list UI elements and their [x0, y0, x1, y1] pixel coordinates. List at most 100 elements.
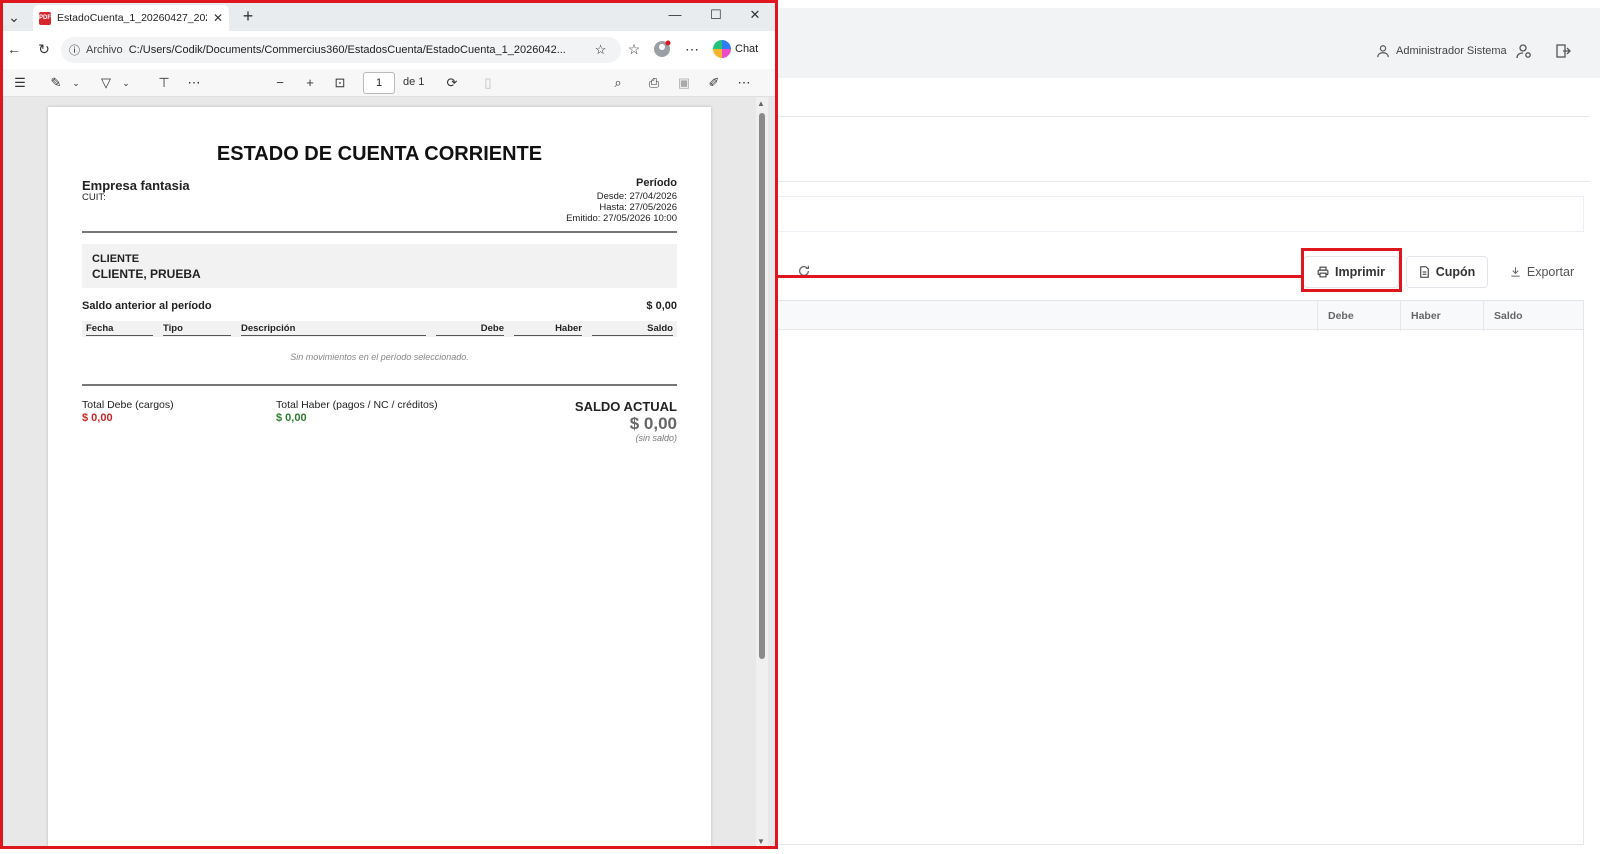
total-debe-value: $ 0,00	[82, 412, 113, 424]
user-menu[interactable]: Administrador Sistema	[1376, 44, 1507, 58]
printer-icon	[1317, 266, 1329, 278]
column-header-debe: Debe	[1317, 301, 1400, 331]
annotation-connector	[778, 275, 1301, 278]
previous-balance-value: $ 0,00	[646, 300, 677, 312]
reload-icon[interactable]: ↻	[35, 40, 53, 58]
user-icon	[1377, 45, 1389, 58]
pdf-canvas[interactable]: ESTADO DE CUENTA CORRIENTE Empresa fanta…	[3, 97, 775, 846]
fit-page-icon[interactable]: ⊡	[331, 74, 349, 92]
rotate-icon[interactable]: ⟳	[443, 74, 461, 92]
company-name: Empresa fantasia	[82, 178, 190, 193]
more-options-icon[interactable]: ⋯	[735, 74, 753, 92]
browser-tab[interactable]: PDF EstadoCuenta_1_20260427_20260 ✕	[33, 5, 229, 31]
export-button-label: Exportar	[1526, 265, 1575, 279]
contents-list-icon[interactable]: ☰	[11, 74, 29, 92]
total-haber-value: $ 0,00	[276, 412, 307, 424]
tab-list-chevron-icon[interactable]: ⌄	[5, 8, 23, 26]
tab-title: EstadoCuenta_1_20260427_20260	[57, 12, 207, 24]
save-as-icon[interactable]: ✐	[705, 74, 723, 92]
scroll-thumb[interactable]	[759, 113, 765, 659]
text-box-icon[interactable]: ⊤	[155, 74, 173, 92]
info-icon: ⓘ	[69, 45, 80, 57]
pdf-page: ESTADO DE CUENTA CORRIENTE Empresa fanta…	[48, 107, 711, 846]
balance-note: (sin saldo)	[635, 433, 677, 443]
current-balance-label: SALDO ACTUAL	[574, 399, 677, 414]
column-debe: Debe	[436, 323, 504, 336]
divider	[760, 116, 1590, 117]
user-settings-icon[interactable]	[1516, 43, 1532, 59]
user-name: Administrador Sistema	[1396, 45, 1507, 57]
chevron-down-icon[interactable]: ⌄	[117, 74, 135, 92]
scrollbar[interactable]: ▲ ▼	[756, 97, 768, 846]
column-haber: Haber	[514, 323, 582, 336]
url-scheme-label: Archivo	[86, 44, 123, 56]
print-button[interactable]: Imprimir	[1303, 256, 1399, 288]
print-button-label: Imprimir	[1334, 265, 1385, 279]
maximize-icon[interactable]: ☐	[706, 7, 726, 23]
column-header-haber: Haber	[1400, 301, 1483, 331]
cuit-label: CUIT:	[82, 192, 106, 203]
favorites-icon[interactable]: ☆	[625, 40, 643, 58]
close-window-icon[interactable]: ✕	[745, 7, 765, 23]
column-saldo: Saldo	[592, 323, 673, 336]
search-icon[interactable]: ⌕	[609, 74, 627, 92]
issued-date: Emitido: 27/05/2026 10:00	[566, 213, 677, 224]
coupon-button[interactable]: Cupón	[1406, 256, 1488, 288]
movements-header: Fecha Tipo Descripción Debe Haber Saldo	[82, 321, 677, 337]
chat-label: Chat	[735, 43, 759, 55]
total-debe-label: Total Debe (cargos)	[82, 399, 174, 411]
browser-tab-bar: ⌄ PDF EstadoCuenta_1_20260427_20260 ✕ + …	[3, 3, 775, 31]
minimize-icon[interactable]: —	[665, 7, 685, 22]
zoom-out-icon[interactable]: −	[271, 74, 289, 92]
divider	[82, 384, 677, 386]
zoom-in-icon[interactable]: +	[301, 74, 319, 92]
column-fecha: Fecha	[86, 323, 153, 336]
period-from: Desde: 27/04/2026	[596, 191, 677, 202]
scroll-up-icon[interactable]: ▲	[757, 99, 765, 108]
address-bar-row: ← ↻ ⓘ Archivo C:/Users/Codik/Documents/C…	[3, 31, 775, 69]
empty-movements-message: Sin movimientos en el período selecciona…	[290, 352, 469, 362]
divider	[82, 231, 677, 233]
previous-balance-label: Saldo anterior al período	[82, 300, 212, 312]
coupon-button-label: Cupón	[1435, 265, 1476, 279]
draw-icon[interactable]: ▽	[97, 74, 115, 92]
column-header-saldo: Saldo	[1483, 301, 1583, 331]
client-name: CLIENTE, PRUEBA	[92, 267, 201, 281]
logout-icon[interactable]	[1555, 43, 1571, 59]
save-icon[interactable]: ▣	[675, 74, 693, 92]
column-descripcion: Descripción	[241, 323, 426, 336]
period-label: Período	[636, 177, 677, 189]
page-view-icon[interactable]: ▯	[479, 74, 497, 92]
divider	[760, 181, 1590, 182]
current-balance-value: $ 0,00	[629, 414, 677, 433]
favorite-star-icon[interactable]: ☆	[595, 42, 607, 58]
movements-table-header: Debe Haber Saldo	[760, 300, 1584, 331]
download-icon	[1511, 267, 1520, 277]
print-icon[interactable]: ⎙	[645, 74, 663, 92]
export-button[interactable]: Exportar	[1498, 256, 1586, 288]
highlight-pen-icon[interactable]: ✎	[47, 74, 65, 92]
profile-avatar[interactable]	[653, 40, 671, 58]
new-tab-icon[interactable]: +	[239, 7, 257, 25]
page-total-label: de 1	[403, 76, 425, 88]
movements-table-body	[760, 330, 1584, 845]
total-haber-label: Total Haber (pagos / NC / créditos)	[276, 399, 438, 411]
filter-bar[interactable]	[760, 196, 1584, 232]
document-icon	[1419, 266, 1429, 278]
chevron-down-icon[interactable]: ⌄	[67, 74, 85, 92]
pdf-file-icon: PDF	[39, 11, 51, 25]
client-box: CLIENTE CLIENTE, PRUEBA	[82, 244, 677, 288]
copilot-icon	[713, 40, 731, 58]
more-options-icon[interactable]: ⋯	[683, 40, 701, 58]
back-arrow-icon[interactable]: ←	[5, 40, 23, 58]
page-number-input[interactable]: 1	[363, 72, 395, 94]
url-field[interactable]: ⓘ Archivo C:/Users/Codik/Documents/Comme…	[61, 37, 621, 63]
more-tools-icon[interactable]: ⋯	[185, 74, 203, 92]
scroll-down-icon[interactable]: ▼	[757, 837, 765, 846]
close-tab-icon[interactable]: ✕	[213, 11, 223, 25]
pdf-viewer-window: ⌄ PDF EstadoCuenta_1_20260427_20260 ✕ + …	[0, 0, 778, 849]
client-label: CLIENTE	[92, 253, 140, 265]
url-text: C:/Users/Codik/Documents/Commercius360/E…	[128, 44, 566, 56]
copilot-chat-button[interactable]: Chat	[713, 40, 758, 58]
pdf-toolbar: ☰ ✎ ⌄ ▽ ⌄ ⊤ ⋯ − + ⊡ 1 de 1 ⟳ ▯ ⌕ ⎙ ▣ ✐ ⋯	[3, 69, 775, 97]
